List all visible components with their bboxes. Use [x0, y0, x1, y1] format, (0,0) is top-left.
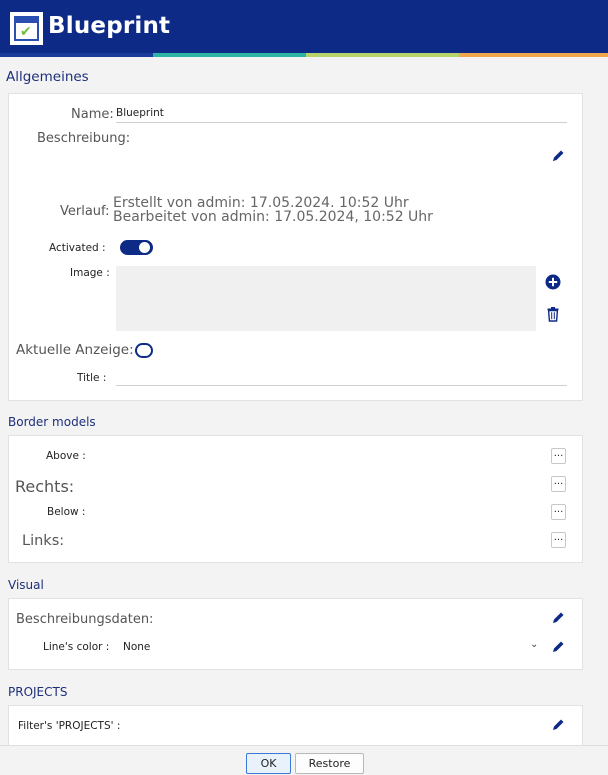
current-display-label: Aktuelle Anzeige: [16, 342, 134, 358]
edit-pencil-icon[interactable] [550, 639, 566, 655]
page-title: Blueprint [48, 13, 171, 39]
header-stripe [0, 53, 153, 57]
border-below-button[interactable]: ... [551, 504, 566, 520]
section-title-projects: PROJECTS [8, 685, 68, 699]
chevron-down-icon[interactable]: ⌄ [530, 639, 538, 650]
app-header: ✔ Blueprint [0, 0, 608, 57]
activated-label: Activated : [49, 242, 106, 254]
name-input-underline [116, 122, 567, 123]
projects-filter-label: Filter's 'PROJECTS' : [18, 720, 121, 732]
border-left-label: Links: [22, 533, 65, 549]
border-right-label: Rechts: [15, 477, 75, 496]
trash-icon[interactable] [545, 306, 561, 322]
general-panel: Name: Blueprint Beschreibung: Verlauf: E… [8, 93, 583, 401]
edit-pencil-icon[interactable] [550, 610, 566, 626]
header-stripe [153, 53, 306, 57]
title-label: Title : [77, 372, 107, 384]
description-data-label: Beschreibungsdaten: [16, 612, 154, 627]
description-label: Beschreibung: [37, 131, 131, 146]
border-above-button[interactable]: ... [551, 448, 566, 464]
ok-button[interactable]: OK [246, 753, 291, 774]
add-circle-icon[interactable] [545, 274, 561, 290]
border-models-panel: Above : ... Rechts: ... Below : ... Link… [8, 435, 583, 563]
border-below-label: Below : [47, 506, 86, 518]
section-title-border-models: Border models [8, 415, 96, 429]
section-title-visual: Visual [8, 578, 44, 592]
edit-pencil-icon[interactable] [550, 148, 566, 164]
dialog-footer: OK Restore [0, 745, 608, 775]
restore-button[interactable]: Restore [295, 753, 364, 774]
section-title-general: Allgemeines [6, 69, 89, 85]
line-color-label: Line's color : [43, 641, 110, 653]
image-label: Image : [70, 267, 110, 279]
name-label: Name: [71, 107, 114, 122]
blueprint-logo-icon: ✔ [10, 12, 43, 45]
header-stripe [459, 53, 608, 57]
edit-pencil-icon[interactable] [550, 717, 566, 733]
projects-panel: Filter's 'PROJECTS' : [8, 705, 583, 745]
current-display-toggle[interactable] [135, 343, 153, 358]
title-input[interactable] [116, 385, 567, 386]
history-edited: Bearbeitet von admin: 17.05.2024, 10:52 … [113, 209, 433, 225]
visual-panel: Beschreibungsdaten: Line's color : None … [8, 598, 583, 670]
image-dropzone[interactable] [116, 266, 536, 331]
header-stripe [306, 53, 459, 57]
border-right-button[interactable]: ... [551, 476, 566, 492]
line-color-select[interactable]: None [123, 641, 150, 653]
border-left-button[interactable]: ... [551, 532, 566, 548]
name-input[interactable]: Blueprint [116, 107, 164, 119]
history-label: Verlauf: [60, 204, 110, 219]
border-above-label: Above : [46, 450, 86, 462]
activated-toggle[interactable] [120, 240, 153, 255]
